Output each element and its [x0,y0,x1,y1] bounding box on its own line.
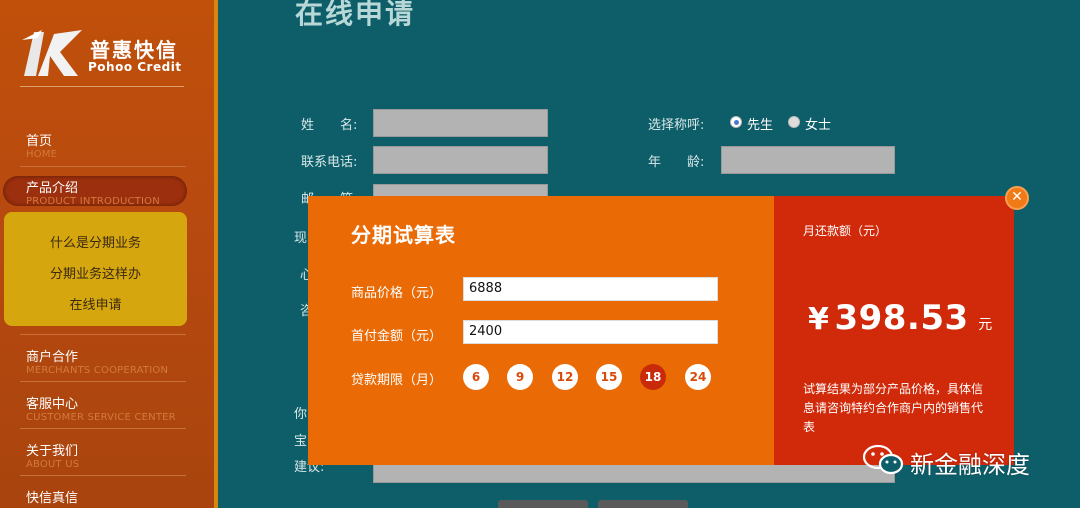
nav-item-merchants[interactable]: 商户合作 MERCHANTS COOPERATION [26,346,168,376]
salutation-option-ms: 女士 [805,118,832,133]
nav-item-label: 首页 [26,134,53,149]
product-submenu: 什么是分期业务 分期业务这样办 在线申请 [4,212,187,326]
nav-item-label: 产品介绍 [26,181,79,196]
term-option-9[interactable]: 9 [507,364,533,390]
installment-calculator-dialog: 分期试算表 商品价格（元） 6888 首付金额（元） 2400 贷款期限（月） … [308,196,1014,465]
calculator-title: 分期试算表 [351,223,456,247]
form-row-label: 宝 [294,434,308,449]
brand-name-cn: 普惠快信 [90,38,178,62]
monthly-payment-label: 月还款额（元） [803,224,888,238]
salutation-label: 选择称呼: [648,118,705,133]
term-option-6[interactable]: 6 [463,364,489,390]
page-title: 在线申请 [295,0,416,30]
close-dialog-button[interactable]: ✕ [1005,186,1029,210]
divider [20,428,186,429]
price-label: 商品价格（元） [351,286,443,301]
salutation-option-mr: 先生 [747,118,774,133]
currency-unit: 元 [978,317,993,333]
submenu-item-online-application[interactable]: 在线申请 [4,294,187,313]
nav-item-customer-service[interactable]: 客服中心 CUSTOMER SERVICE CENTER [26,393,176,423]
age-input[interactable] [721,146,895,174]
nav-item-home[interactable]: 首页 HOME [26,130,57,160]
disclaimer-note: 试算结果为部分产品价格，具体信息请咨询特约合作商户内的销售代表 [803,382,984,434]
name-input[interactable] [373,109,548,137]
nav-item-sublabel: MERCHANTS COOPERATION [26,365,169,376]
nav-item-about-us[interactable]: 关于我们 ABOUT US [26,440,79,470]
divider [20,86,184,87]
loan-term-label: 贷款期限（月） [351,373,443,388]
brand-name-en: Pohoo Credit [88,60,182,74]
price-input[interactable]: 6888 [463,277,718,301]
nav-item-label: 商户合作 [26,350,79,365]
term-option-12[interactable]: 12 [552,364,578,390]
term-option-18[interactable]: 18 [640,364,666,390]
form-row-label: 现 [294,231,308,246]
divider [20,166,186,167]
divider [20,334,186,335]
nav-item-products[interactable]: 产品介绍 PRODUCT INTRODUCTION [26,177,160,207]
divider [20,381,186,382]
name-label: 姓 名: [301,118,358,133]
form-row-label: 你 [294,407,308,422]
salutation-radio-mr[interactable] [730,116,742,128]
sidebar: 普惠快信 Pohoo Credit 首页 HOME 产品介绍 PRODUCT I… [0,0,218,508]
term-option-24[interactable]: 24 [685,364,711,390]
calculator-input-panel: 分期试算表 商品价格（元） 6888 首付金额（元） 2400 贷款期限（月） … [308,196,774,465]
wechat-icon [862,444,904,475]
reset-button[interactable] [598,500,688,508]
nav-item-label: 关于我们 [26,444,79,459]
age-label: 年 龄: [648,155,705,170]
monthly-payment-amount: ¥ 398.53 元 [808,298,992,338]
nav-item-sublabel: CUSTOMER SERVICE CENTER [26,412,176,423]
submenu-item-how-to-apply[interactable]: 分期业务这样办 [4,263,187,282]
pohoo-logo-icon [22,30,82,76]
watermark-text: 新金融深度 [910,451,1030,479]
nav-item-sublabel: PRODUCT INTRODUCTION [26,196,160,207]
currency-symbol: ¥ [808,302,829,337]
brand-logo[interactable]: 普惠快信 Pohoo Credit [20,26,186,88]
divider [20,475,186,476]
nav-item-label: 快信真信 [26,491,79,506]
salutation-radio-ms[interactable] [788,116,800,128]
nav-item-sublabel: HOME [26,149,58,160]
submenu-item-what-is-installment[interactable]: 什么是分期业务 [4,232,187,251]
phone-input[interactable] [373,146,548,174]
submit-button[interactable] [498,500,588,508]
nav-item-label: 客服中心 [26,397,79,412]
term-option-15[interactable]: 15 [596,364,622,390]
down-payment-label: 首付金额（元） [351,329,443,344]
monthly-payment-value: 398.53 [834,298,969,338]
nav-item-credit[interactable]: 快信真信 [26,487,78,506]
phone-label: 联系电话: [301,155,358,170]
suggest-textarea[interactable] [373,463,895,483]
calculator-result-panel: 月还款额（元） ¥ 398.53 元 试算结果为部分产品价格，具体信息请咨询特约… [774,196,1014,465]
nav-item-sublabel: ABOUT US [26,459,80,470]
down-payment-input[interactable]: 2400 [463,320,718,344]
